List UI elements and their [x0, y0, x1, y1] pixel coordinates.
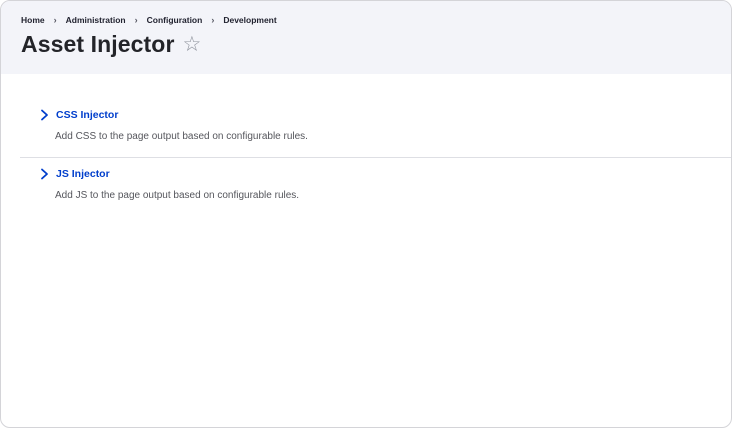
- breadcrumb-development[interactable]: Development: [223, 15, 276, 25]
- breadcrumb-separator: ›: [134, 15, 138, 25]
- list-item-header: JS Injector: [39, 167, 731, 181]
- chevron-right-icon: [41, 168, 48, 180]
- list-item-js-injector: JS Injector Add JS to the page output ba…: [1, 157, 731, 201]
- js-injector-link[interactable]: JS Injector: [56, 168, 110, 180]
- page-frame: Home › Administration › Configuration › …: [0, 0, 732, 428]
- title-row: Asset Injector ☆: [21, 31, 201, 58]
- star-outline-icon[interactable]: ☆: [183, 34, 202, 55]
- css-injector-description: Add CSS to the page output based on conf…: [55, 131, 308, 142]
- breadcrumb: Home › Administration › Configuration › …: [21, 15, 277, 25]
- breadcrumb-separator: ›: [211, 15, 215, 25]
- page-title: Asset Injector: [21, 31, 175, 57]
- breadcrumb-home[interactable]: Home: [21, 15, 45, 25]
- admin-list: CSS Injector Add CSS to the page output …: [1, 74, 731, 201]
- list-item-css-injector: CSS Injector Add CSS to the page output …: [1, 74, 731, 157]
- chevron-right-icon: [41, 109, 48, 121]
- list-item-header: CSS Injector: [39, 108, 731, 122]
- page-header: Home › Administration › Configuration › …: [1, 1, 731, 74]
- css-injector-link[interactable]: CSS Injector: [56, 109, 118, 121]
- breadcrumb-administration[interactable]: Administration: [66, 15, 126, 25]
- js-injector-description: Add JS to the page output based on confi…: [55, 190, 300, 201]
- breadcrumb-configuration[interactable]: Configuration: [147, 15, 203, 25]
- breadcrumb-separator: ›: [53, 15, 57, 25]
